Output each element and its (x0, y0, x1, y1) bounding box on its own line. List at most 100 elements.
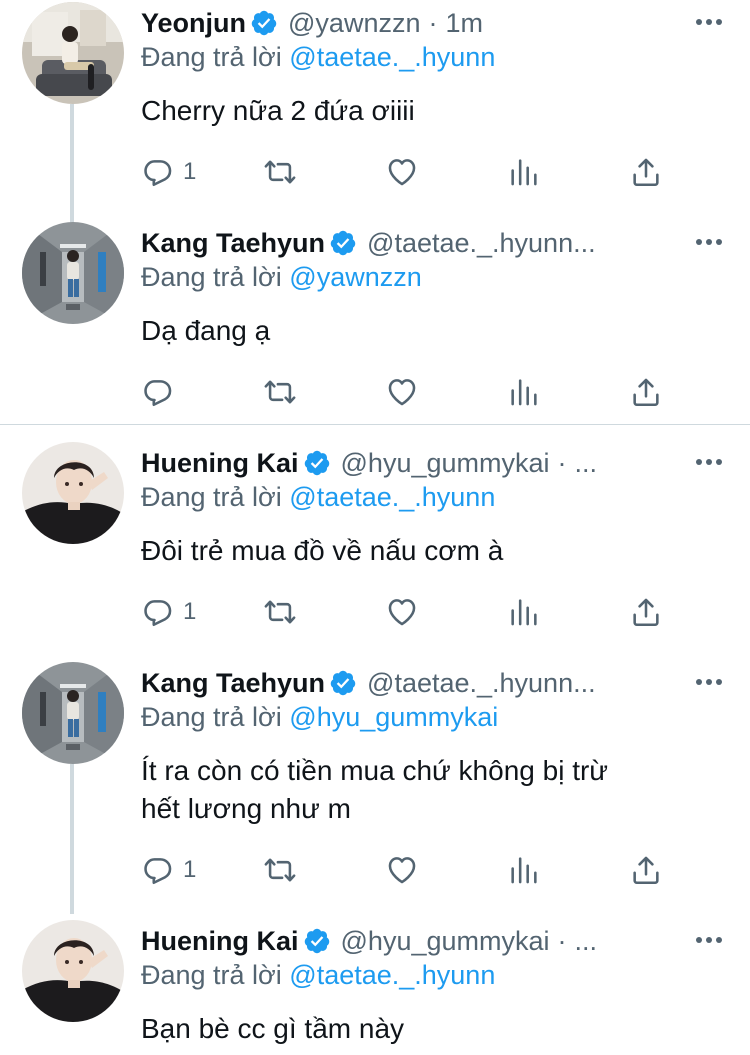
mention-link[interactable]: @yawnzzn (289, 262, 421, 292)
more-options-icon[interactable] (694, 930, 724, 950)
analytics-button[interactable] (507, 592, 541, 632)
reply-icon (141, 595, 175, 629)
display-name[interactable]: Yeonjun (141, 8, 246, 39)
share-icon (629, 853, 663, 887)
reply-button[interactable] (141, 372, 183, 412)
tweet-text: Cherry nữa 2 đứa ơiiii (141, 92, 731, 130)
share-button[interactable] (629, 372, 663, 412)
user-handle[interactable]: @hyu_gummykai (341, 448, 550, 479)
share-icon (629, 375, 663, 409)
share-button[interactable] (629, 592, 663, 632)
verified-badge-icon (250, 9, 278, 37)
replying-to-label: Đang trả lời (141, 482, 282, 512)
replying-to: Đang trả lời @taetae._.hyunn (141, 482, 495, 513)
tweet[interactable]: Huening Kai @hyu_gummykai · ... Đang trả… (0, 440, 750, 650)
reply-count: 1 (183, 158, 197, 185)
replying-to: Đang trả lời @taetae._.hyunn (141, 960, 495, 991)
mention-link[interactable]: @taetae._.hyunn (289, 42, 495, 72)
reply-button[interactable]: 1 (141, 592, 196, 632)
avatar[interactable] (22, 222, 124, 324)
tweet-text-line: hết lương như m (141, 793, 351, 824)
tweet-header: Huening Kai @hyu_gummykai · ... (141, 920, 730, 962)
separator: · (557, 447, 567, 478)
stats-icon (507, 595, 541, 629)
more-options-icon[interactable] (694, 672, 724, 692)
replying-to-label: Đang trả lời (141, 702, 282, 732)
analytics-button[interactable] (507, 152, 541, 192)
timestamp[interactable]: ... (575, 926, 598, 957)
heart-icon (385, 853, 419, 887)
separator: · (557, 925, 567, 956)
user-handle[interactable]: @hyu_gummykai (341, 926, 550, 957)
avatar[interactable] (22, 662, 124, 764)
tweet-text-line: Cherry nữa 2 đứa ơiiii (141, 95, 415, 126)
share-button[interactable] (629, 850, 663, 890)
tweet[interactable]: Huening Kai @hyu_gummykai · ... Đang trả… (0, 918, 750, 1055)
display-name[interactable]: Huening Kai (141, 448, 299, 479)
thread-divider (0, 424, 750, 425)
avatar[interactable] (22, 920, 124, 1022)
mention-link[interactable]: @taetae._.hyunn (289, 960, 495, 990)
action-bar: 1 (141, 592, 681, 632)
tweet[interactable]: Yeonjun @yawnzzn · 1m Đang trả lời @taet… (0, 0, 750, 218)
avatar[interactable] (22, 442, 124, 544)
reply-count: 1 (183, 856, 197, 883)
retweet-button[interactable] (263, 372, 297, 412)
like-button[interactable] (385, 850, 419, 890)
like-button[interactable] (385, 152, 419, 192)
tweet-text: Đôi trẻ mua đồ về nấu cơm à (141, 532, 731, 570)
share-button[interactable] (629, 152, 663, 192)
tweet-text-line: Dạ đang ạ (141, 315, 271, 346)
timestamp[interactable]: ... (575, 448, 598, 479)
heart-icon (385, 375, 419, 409)
verified-badge-icon (329, 229, 357, 257)
replying-to: Đang trả lời @taetae._.hyunn (141, 42, 495, 73)
tweet-text: Dạ đang ạ (141, 312, 731, 350)
heart-icon (385, 595, 419, 629)
retweet-icon (263, 375, 297, 409)
like-button[interactable] (385, 372, 419, 412)
more-options-icon[interactable] (694, 12, 724, 32)
display-name[interactable]: Huening Kai (141, 926, 299, 957)
action-bar (141, 372, 681, 412)
mention-link[interactable]: @hyu_gummykai (289, 702, 498, 732)
share-icon (629, 595, 663, 629)
replying-to-label: Đang trả lời (141, 262, 282, 292)
user-handle[interactable]: @taetae._.hyunn... (367, 668, 596, 699)
retweet-button[interactable] (263, 152, 297, 192)
tweet[interactable]: Kang Taehyun @taetae._.hyunn... Đang trả… (0, 660, 750, 910)
heart-icon (385, 155, 419, 189)
analytics-button[interactable] (507, 850, 541, 890)
replying-to: Đang trả lời @hyu_gummykai (141, 702, 498, 733)
more-options-icon[interactable] (694, 452, 724, 472)
tweet-text-line: Ít ra còn có tiền mua chứ không bị trừ (141, 755, 609, 786)
reply-button[interactable]: 1 (141, 152, 196, 192)
tweet-header: Yeonjun @yawnzzn · 1m (141, 2, 730, 44)
display-name[interactable]: Kang Taehyun (141, 228, 325, 259)
display-name[interactable]: Kang Taehyun (141, 668, 325, 699)
action-bar: 1 (141, 152, 681, 192)
verified-badge-icon (303, 449, 331, 477)
timestamp[interactable]: 1m (445, 8, 483, 39)
reply-icon (141, 375, 175, 409)
tweet-header: Kang Taehyun @taetae._.hyunn... (141, 662, 730, 704)
stats-icon (507, 853, 541, 887)
tweet-text: Ít ra còn có tiền mua chứ không bị trừ h… (141, 752, 731, 828)
mention-link[interactable]: @taetae._.hyunn (289, 482, 495, 512)
analytics-button[interactable] (507, 372, 541, 412)
tweet-text-line: Đôi trẻ mua đồ về nấu cơm à (141, 535, 504, 566)
tweet[interactable]: Kang Taehyun @taetae._.hyunn... Đang trả… (0, 220, 750, 420)
retweet-button[interactable] (263, 592, 297, 632)
reply-icon (141, 853, 175, 887)
more-options-icon[interactable] (694, 232, 724, 252)
avatar[interactable] (22, 2, 124, 104)
separator: · (428, 7, 438, 38)
verified-badge-icon (303, 927, 331, 955)
like-button[interactable] (385, 592, 419, 632)
retweet-icon (263, 595, 297, 629)
user-handle[interactable]: @taetae._.hyunn... (367, 228, 596, 259)
retweet-button[interactable] (263, 850, 297, 890)
share-icon (629, 155, 663, 189)
reply-button[interactable]: 1 (141, 850, 196, 890)
user-handle[interactable]: @yawnzzn (288, 8, 420, 39)
